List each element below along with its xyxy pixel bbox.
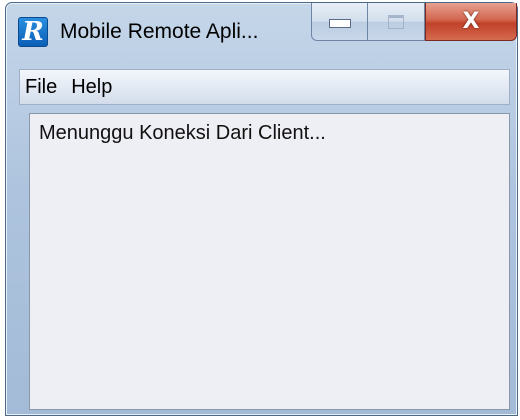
close-button[interactable]: X (425, 3, 517, 41)
app-logo-glyph: R (22, 17, 44, 47)
caption-buttons: X (311, 3, 517, 43)
app-logo-icon[interactable]: R (18, 17, 48, 47)
menu-bar: File Help (19, 69, 510, 105)
maximize-icon (388, 14, 404, 29)
maximize-button[interactable] (368, 3, 425, 41)
minimize-icon (328, 19, 351, 28)
menu-item-file[interactable]: File (20, 70, 64, 104)
content-area: Menunggu Koneksi Dari Client... (29, 113, 510, 410)
title-bar[interactable]: R Mobile Remote Apli... X (6, 3, 517, 61)
menu-item-help[interactable]: Help (64, 70, 119, 104)
app-window: R Mobile Remote Apli... X File Help Menu… (5, 2, 518, 416)
minimize-button[interactable] (311, 3, 368, 41)
status-message: Menunggu Koneksi Dari Client... (39, 122, 326, 144)
window-title: Mobile Remote Apli... (60, 20, 259, 43)
close-icon: X (462, 9, 480, 34)
